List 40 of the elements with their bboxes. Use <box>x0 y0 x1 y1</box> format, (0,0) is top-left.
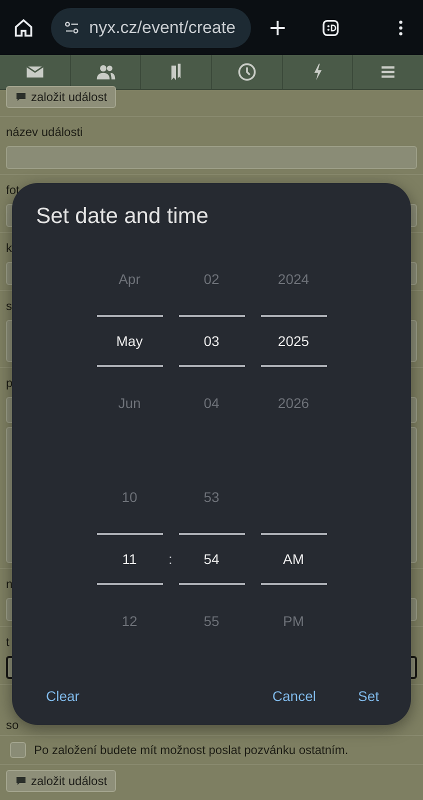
create-event-button[interactable]: založit událost <box>6 86 116 108</box>
url-text: nyx.cz/event/create <box>89 16 236 39</box>
checkbox[interactable] <box>10 742 26 758</box>
picker-value[interactable]: AM <box>283 548 304 570</box>
picker-value[interactable]: 11 <box>122 548 137 570</box>
field-label: fot <box>6 182 20 199</box>
field-label: p <box>6 375 14 392</box>
picker-value[interactable]: Jun <box>118 392 141 414</box>
clear-button[interactable]: Clear <box>40 682 86 711</box>
address-bar[interactable]: nyx.cz/event/create <box>51 8 252 48</box>
picker-value[interactable]: 2024 <box>278 268 310 290</box>
picker-value[interactable]: 2026 <box>278 392 310 414</box>
picker-value[interactable]: 10 <box>122 486 138 508</box>
comment-icon <box>15 91 27 103</box>
picker-value[interactable]: May <box>116 330 143 352</box>
field-label: so <box>6 717 20 734</box>
cancel-button[interactable]: Cancel <box>266 682 322 711</box>
dialog-title: Set date and time <box>36 203 208 230</box>
time-separator: : <box>168 550 172 568</box>
create-event-button[interactable]: založit událost <box>6 770 116 792</box>
picker-value[interactable]: 03 <box>204 330 220 352</box>
picker-value[interactable]: 54 <box>204 548 220 570</box>
picker-value[interactable]: 53 <box>204 486 220 508</box>
field-label: s <box>6 298 13 315</box>
clock-icon[interactable] <box>236 61 258 83</box>
picker-value[interactable]: 2025 <box>278 330 310 352</box>
picker-value[interactable]: PM <box>283 610 304 632</box>
checkbox-label: Po založení budete mít možnost poslat pozvánku ostatním. <box>34 742 348 759</box>
comment-icon <box>15 775 27 787</box>
picker-value[interactable]: 55 <box>204 610 220 632</box>
field-label: k <box>6 240 13 257</box>
field-label: název události <box>6 124 84 141</box>
picker-value[interactable]: 02 <box>204 268 220 290</box>
text-field[interactable] <box>6 146 417 169</box>
field-label: n <box>6 576 14 593</box>
set-button[interactable]: Set <box>352 682 385 711</box>
field-label: t <box>6 634 10 651</box>
picker-value[interactable]: 04 <box>204 392 220 414</box>
picker-value[interactable]: Apr <box>118 268 140 290</box>
picker-value[interactable]: 12 <box>122 610 138 632</box>
